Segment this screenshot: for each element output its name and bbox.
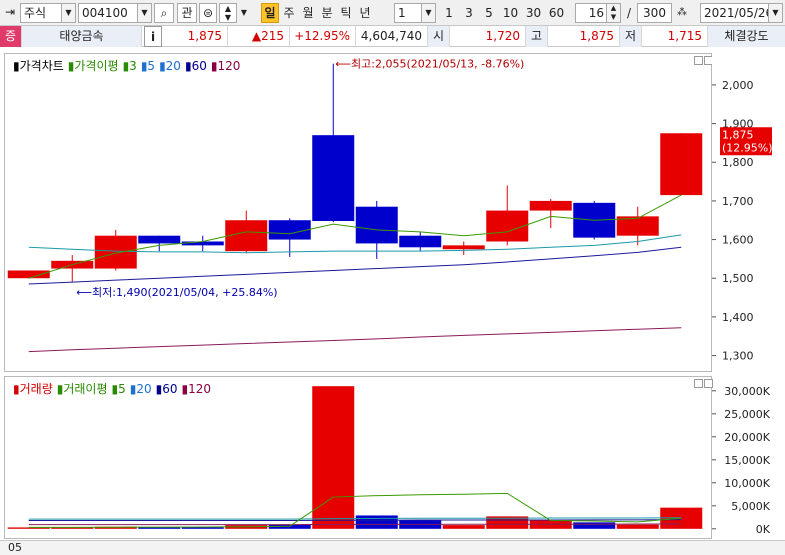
volume-axis-svg: 0K 5,000K 10,000K 15,000K 20,000K 25,000K 30,0… — [712, 385, 771, 536]
chevron-down-icon[interactable]: ▼ — [61, 4, 75, 22]
volume-bar-14 — [616, 524, 659, 529]
volume-tick-label-6: 30,000K — [724, 385, 770, 398]
candle-body-10 — [442, 245, 485, 250]
quote-bar: 증 태양금속 i 1,875 ▲215 +12.95% 4,604,740 시 … — [0, 26, 785, 47]
strength-label: 체결강도 — [708, 26, 785, 47]
info-button[interactable]: i — [144, 26, 162, 47]
search-button[interactable]: ⌕ — [154, 3, 174, 23]
updown-stepper[interactable]: ▲ ▼ — [219, 3, 237, 23]
low-price: 1,715 — [642, 26, 708, 47]
tab-period-3[interactable]: 분 — [318, 3, 336, 23]
price-chart: ⟵최고:2,055(2021/05/13, -8.76%) ⟵최저:1,490(2… — [7, 58, 703, 353]
candle-body-4 — [181, 241, 224, 246]
settings-icon[interactable]: ⁂ — [674, 3, 690, 23]
period-button-5[interactable]: 5 — [480, 3, 498, 23]
volume-tick-label-3: 15,000K — [724, 454, 770, 467]
period-button-60[interactable]: 60 — [546, 3, 567, 23]
exit-arrow-icon[interactable]: ⇥ — [5, 5, 15, 19]
count-input[interactable]: 16 ▲ ▼ — [575, 3, 621, 23]
candle-body-7 — [312, 135, 355, 222]
time-axis-label: 05 — [8, 541, 22, 554]
scroll-icon[interactable]: ⊜ — [199, 3, 217, 23]
price-change: ▲215 — [228, 26, 290, 47]
candle-body-8 — [355, 206, 398, 244]
stock-name: 태양금속 — [22, 26, 142, 47]
price-tick-label-0: 1,300 — [722, 350, 754, 363]
high-label: 고 — [526, 26, 548, 47]
volume-bar-8 — [355, 515, 398, 529]
chevron-down-icon[interactable]: ▼ — [137, 4, 151, 22]
price-tick-label-2: 1,500 — [722, 272, 754, 285]
tab-period-5[interactable]: 년 — [356, 3, 374, 23]
volume-tick-label-5: 25,000K — [724, 408, 770, 421]
candle-body-12 — [529, 200, 572, 211]
tab-period-1[interactable]: 주 — [280, 3, 298, 23]
volume-bar-10 — [442, 525, 485, 529]
period-button-1[interactable]: 1 — [440, 3, 458, 23]
tab-period-2[interactable]: 월 — [299, 3, 317, 23]
volume-chart — [7, 386, 703, 529]
period-button-10[interactable]: 10 — [500, 3, 521, 23]
price-tick-label-1: 1,400 — [722, 311, 754, 324]
current-price: 1,875 — [164, 26, 228, 47]
volume-ma20-line — [28, 517, 682, 520]
volume-tick-label-1: 5,000K — [731, 500, 770, 513]
price-change-percent: +12.95% — [290, 26, 356, 47]
date-select[interactable]: 2021/05/26 ▼ — [700, 3, 783, 23]
volume-ma5-line — [28, 492, 682, 528]
time-axis-bar: 05 — [0, 540, 785, 555]
chevron-down-icon[interactable]: ▼ — [421, 4, 435, 22]
candle-body-5 — [225, 220, 268, 252]
period-button-30[interactable]: 30 — [523, 3, 544, 23]
candle-body-9 — [399, 235, 442, 248]
interest-button[interactable]: 관 — [177, 3, 197, 23]
candle-body-3 — [138, 235, 181, 244]
high-annotation: ⟵최고:2,055(2021/05/13, -8.76%) — [335, 58, 524, 71]
count-separator: / — [626, 6, 632, 20]
candle-body-2 — [94, 235, 137, 269]
period-button-3[interactable]: 3 — [460, 3, 478, 23]
candle-body-6 — [268, 220, 311, 240]
low-label: 저 — [620, 26, 642, 47]
toolbar: ⇥ 주식 ▼ 004100 ▼ ⌕ 관 ⊜ ▲ ▼ ▼ 일주월분틱년 1 ▼ 1 3 5 10… — [0, 0, 785, 26]
stock-code-input[interactable]: 004100 ▼ — [78, 3, 152, 23]
magnifier-icon: ⌕ — [160, 6, 168, 20]
open-price: 1,720 — [450, 26, 526, 47]
price-tick-label-7: 2,000 — [722, 79, 754, 92]
volume-bar-13 — [573, 522, 616, 529]
stepper-icon[interactable]: ▲ ▼ — [606, 4, 620, 22]
market-select[interactable]: 주식 ▼ — [20, 3, 76, 23]
tab-period-4[interactable]: 틱 — [337, 3, 355, 23]
volume-tick-label-2: 10,000K — [724, 477, 770, 490]
volume-ma120-line — [28, 523, 682, 526]
volume-value: 4,604,740 — [356, 26, 428, 47]
period-value-select[interactable]: 1 ▼ — [394, 3, 436, 23]
current-price-label: 1,875 — [722, 128, 754, 141]
current-price-percent: (12.95%) — [722, 141, 773, 154]
price-tick-label-3: 1,600 — [722, 234, 754, 247]
candle-body-15 — [660, 133, 703, 196]
open-label: 시 — [428, 26, 450, 47]
candle-body-0 — [7, 270, 50, 279]
low-annotation: ⟵최저:1,490(2021/05/04, +25.84%) — [76, 286, 277, 299]
candle-body-11 — [486, 210, 529, 242]
chevron-down-icon[interactable]: ▼ — [768, 4, 782, 22]
price-ma120-line — [28, 327, 682, 353]
price-tick-label-5: 1,800 — [722, 156, 754, 169]
total-count-input[interactable]: 300 — [637, 3, 672, 23]
tab-period-0[interactable]: 일 — [261, 3, 279, 23]
high-price: 1,875 — [548, 26, 620, 47]
market-badge: 증 — [0, 26, 22, 47]
price-axis-svg: 1,3001,4001,5001,6001,7001,8001,9002,000… — [712, 79, 773, 363]
dropdown-icon[interactable]: ▼ — [239, 3, 249, 23]
volume-tick-label-0: 0K — [756, 523, 771, 536]
price-tick-label-4: 1,700 — [722, 195, 754, 208]
volume-tick-label-4: 20,000K — [724, 431, 770, 444]
